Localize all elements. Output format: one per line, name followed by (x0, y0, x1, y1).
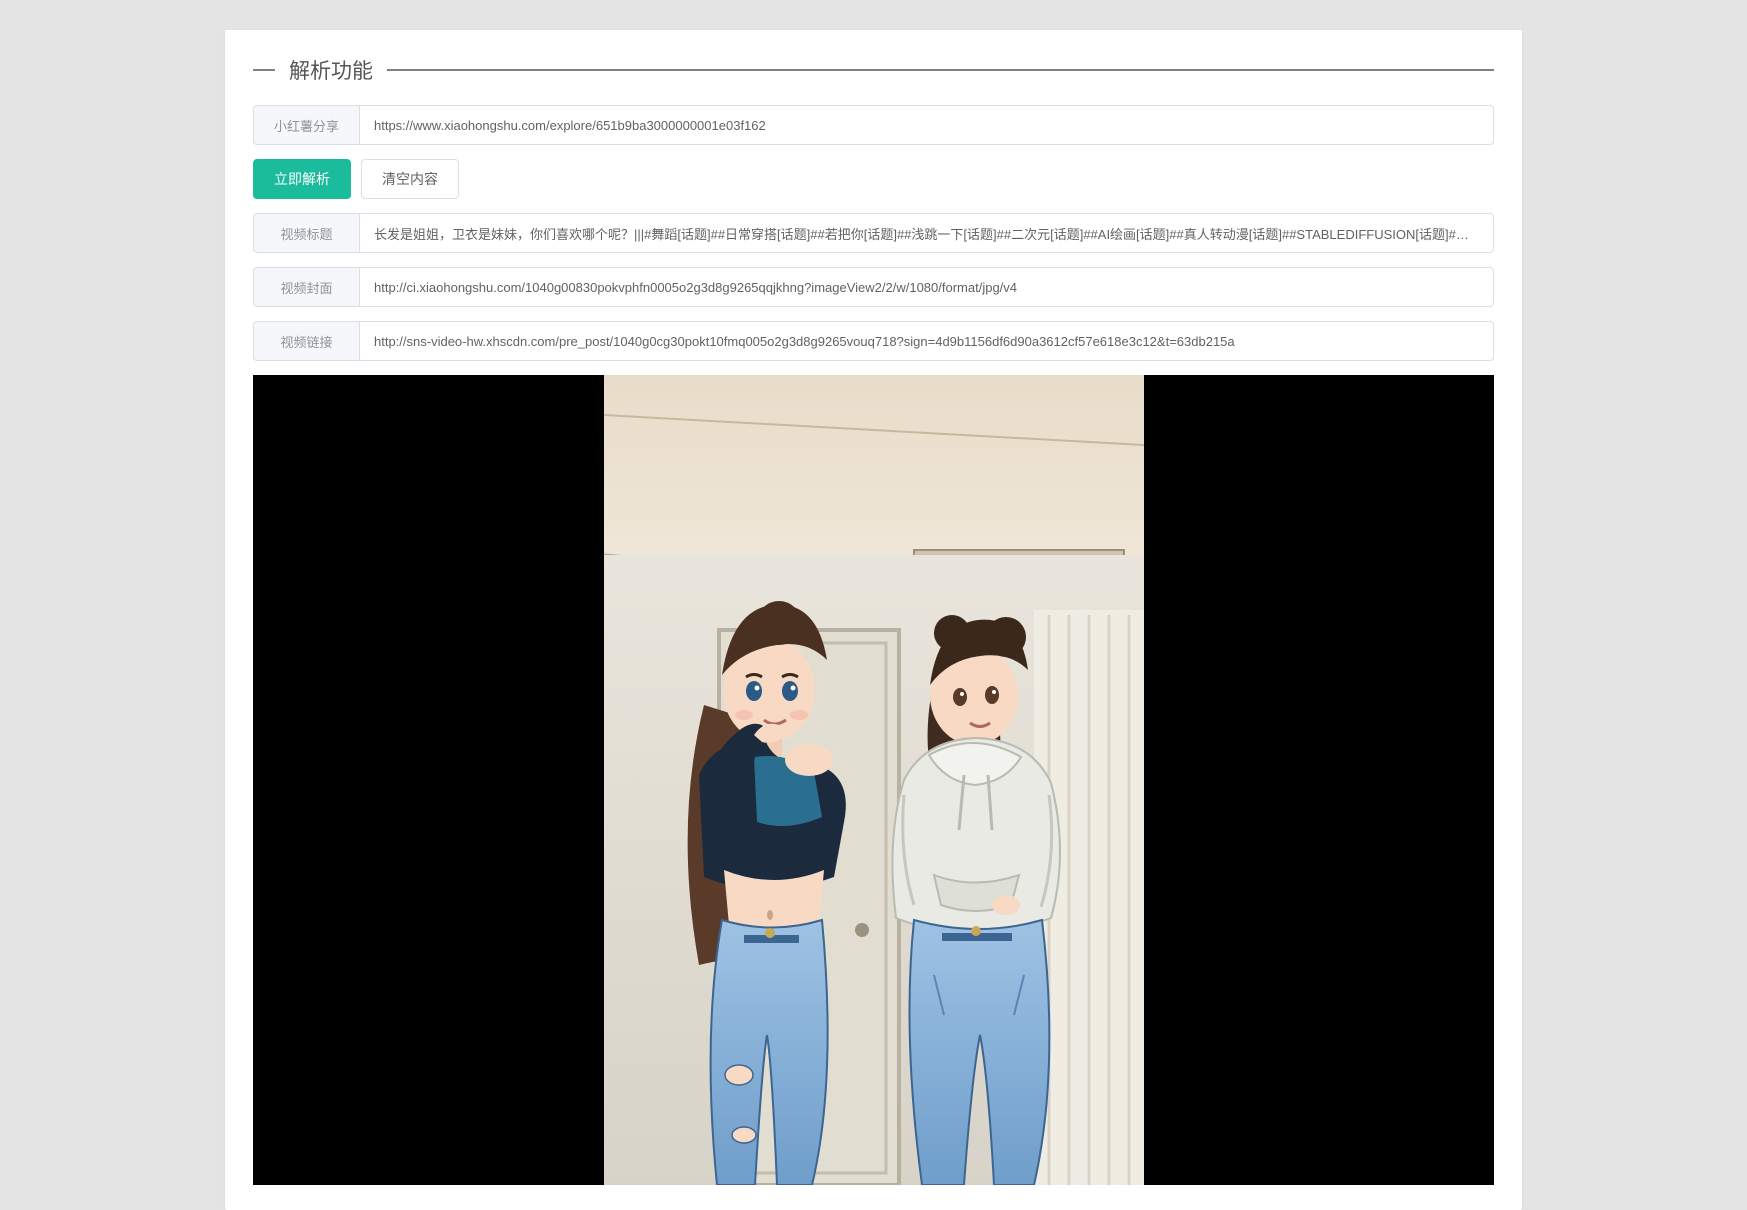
row-share: 小红薯分享 (253, 105, 1494, 145)
cover-label: 视频封面 (253, 267, 359, 307)
title-input[interactable] (359, 213, 1494, 253)
parse-button[interactable]: 立即解析 (253, 159, 351, 199)
legend-bar-right (387, 69, 1494, 71)
clear-button[interactable]: 清空内容 (361, 159, 459, 199)
video-frame (604, 375, 1144, 1185)
parser-panel: 解析功能 小红薯分享 立即解析 清空内容 视频标题 视频封面 视频链接 (225, 30, 1522, 1210)
share-input[interactable] (359, 105, 1494, 145)
row-link: 视频链接 (253, 321, 1494, 361)
section-title: 解析功能 (289, 55, 373, 85)
cover-input[interactable] (359, 267, 1494, 307)
title-label: 视频标题 (253, 213, 359, 253)
row-cover: 视频封面 (253, 267, 1494, 307)
thumbnail-illustration (604, 375, 1144, 1185)
section-legend: 解析功能 (253, 55, 1494, 85)
link-input[interactable] (359, 321, 1494, 361)
link-label: 视频链接 (253, 321, 359, 361)
row-title: 视频标题 (253, 213, 1494, 253)
share-label: 小红薯分享 (253, 105, 359, 145)
legend-bar-left (253, 69, 275, 71)
video-preview[interactable] (253, 375, 1494, 1185)
button-row: 立即解析 清空内容 (253, 159, 1494, 199)
